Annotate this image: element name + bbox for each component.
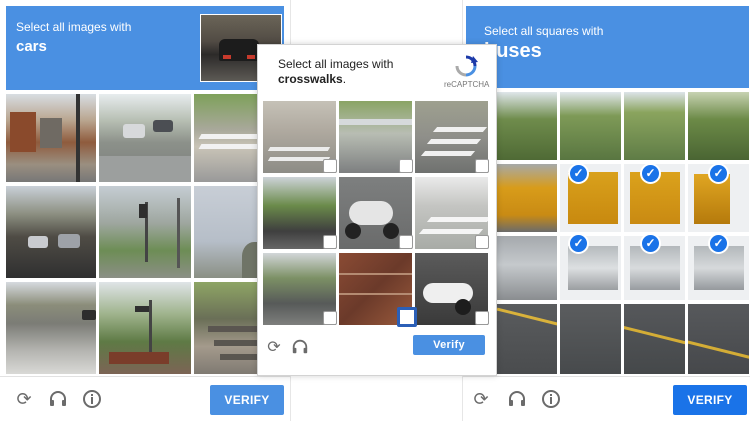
tile-checkbox[interactable] (399, 235, 413, 249)
tile-checkbox[interactable] (399, 159, 413, 173)
tile-checkbox[interactable] (323, 159, 337, 173)
grid-square[interactable] (624, 92, 685, 160)
tile-checkbox[interactable] (475, 159, 489, 173)
grid-tile[interactable] (6, 282, 96, 374)
checkmark-icon: ✓ (640, 163, 661, 184)
grid-tile[interactable] (99, 282, 191, 374)
grid-square[interactable] (496, 92, 557, 160)
grid-square[interactable] (688, 92, 749, 160)
grid-square[interactable] (688, 304, 749, 374)
verify-button[interactable]: VERIFY (673, 385, 747, 415)
tile-checkbox[interactable] (323, 311, 337, 325)
captcha-widget-crosswalks: Select all images with crosswalks. reCAP… (257, 44, 497, 376)
target-object: crosswalks (278, 72, 343, 86)
instruction-text: Select all images with (16, 20, 132, 34)
grid-square[interactable] (496, 164, 557, 232)
instruction-banner: Select all squares with buses (466, 6, 749, 88)
checkmark-icon: ✓ (568, 233, 589, 254)
grid-square[interactable] (560, 304, 621, 374)
tile-checkbox[interactable] (323, 235, 337, 249)
info-icon[interactable] (82, 389, 102, 409)
instruction-text: Select all squares with (484, 24, 604, 38)
grid-square[interactable] (496, 236, 557, 300)
target-object: cars (16, 38, 47, 55)
checkmark-icon: ✓ (708, 163, 729, 184)
widget-footer: ⟳ VERIFY (0, 376, 290, 421)
reload-icon[interactable]: ⟳ (471, 389, 491, 409)
grid-tile[interactable] (6, 186, 96, 278)
instruction-banner: Select all images with cars (6, 6, 284, 90)
verify-button[interactable]: Verify (413, 335, 485, 355)
info-icon[interactable] (541, 389, 561, 409)
recaptcha-brand: reCAPTCHA (444, 80, 490, 89)
tile-checkbox-selected[interactable] (397, 307, 417, 327)
captcha-widget-cars: Select all images with cars ⟳ VERIFY (0, 0, 291, 421)
checkmark-icon: ✓ (568, 163, 589, 184)
checkmark-icon: ✓ (708, 233, 729, 254)
headphones-icon[interactable] (290, 338, 310, 358)
target-line: crosswalks. (278, 72, 346, 86)
grid-tile[interactable] (6, 94, 96, 182)
grid-square[interactable] (560, 92, 621, 160)
grid-tile[interactable] (99, 94, 191, 182)
grid-square[interactable] (624, 304, 685, 374)
widget-footer: ⟳ Verify (258, 329, 496, 375)
grid-square[interactable] (496, 304, 557, 374)
grid-tile[interactable] (99, 186, 191, 278)
reload-icon[interactable]: ⟳ (14, 389, 34, 409)
reload-icon[interactable]: ⟳ (264, 338, 284, 358)
verify-button[interactable]: VERIFY (210, 385, 284, 415)
tile-checkbox[interactable] (475, 311, 489, 325)
captcha-widget-buses: Select all squares with buses ✓ ✓ ✓ ✓ ✓ … (462, 0, 750, 421)
checkmark-icon: ✓ (640, 233, 661, 254)
image-grid (263, 101, 490, 327)
headphones-icon[interactable] (48, 389, 68, 409)
image-grid: ✓ ✓ ✓ ✓ ✓ ✓ (496, 92, 749, 374)
headphones-icon[interactable] (507, 389, 527, 409)
instruction-header: Select all images with crosswalks. reCAP… (258, 45, 496, 99)
recaptcha-logo-icon (453, 54, 479, 78)
tile-checkbox[interactable] (475, 235, 489, 249)
widget-footer: ⟳ VERIFY (463, 376, 750, 421)
instruction-text: Select all images with (278, 57, 394, 71)
target-suffix: . (342, 72, 347, 86)
